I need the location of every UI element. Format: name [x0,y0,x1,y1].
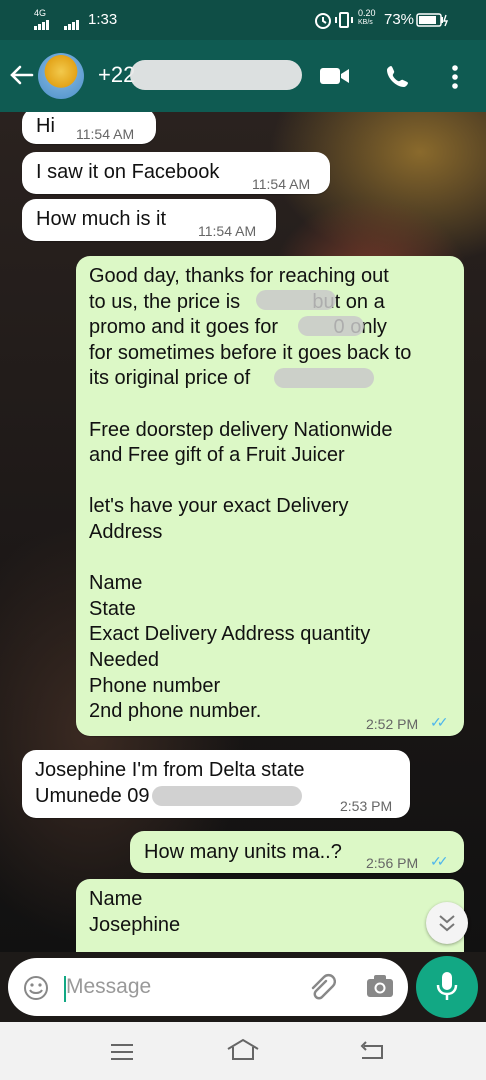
video-call-icon[interactable] [320,66,350,86]
read-ticks-icon: ✓✓ [430,853,449,869]
message-text: Good day, thanks for reaching out to us,… [89,265,412,723]
message-text: Name Josephine [89,888,181,936]
more-vert-icon[interactable] [450,64,460,90]
message-time: 11:54 AM [252,176,311,192]
scroll-down-button[interactable] [426,902,468,944]
message-outgoing[interactable]: Good day, thanks for reaching out to us,… [76,256,464,736]
message-incoming[interactable]: How much is it 11:54 AM [22,199,276,241]
vibrate-icon [335,12,353,28]
nav-menu-icon[interactable] [110,1042,134,1062]
message-incoming[interactable]: Hi 11:54 AM [22,112,156,144]
input-bar: Message [0,952,486,1022]
message-time: 11:54 AM [198,223,257,239]
scroll-down-icon [439,915,455,932]
mic-button[interactable] [416,956,478,1018]
phone-icon[interactable] [386,64,410,88]
chat-header: +22 [0,40,486,112]
signal-icon [34,20,79,30]
redaction [274,368,374,388]
system-nav-bar [0,1022,486,1080]
message-field[interactable]: Message [8,958,408,1016]
redaction [152,786,302,806]
mic-icon [436,972,458,1000]
message-time: 2:56 PM [366,855,419,871]
attach-icon[interactable] [306,972,336,1002]
back-arrow-icon[interactable] [8,64,34,86]
message-incoming[interactable]: I saw it on Facebook 11:54 AM [22,152,330,194]
redaction [256,290,336,310]
clock: 1:33 [88,11,118,28]
camera-icon[interactable] [366,974,394,998]
nav-back-icon[interactable] [358,1040,384,1062]
redaction [130,60,302,90]
battery-icon [416,13,448,27]
message-time: 2:52 PM [366,716,419,732]
message-text: Hi [36,115,55,137]
net-speed-value: 0.20 [358,8,376,18]
emoji-icon[interactable] [22,974,50,1002]
read-ticks-icon: ✓✓ [430,714,449,730]
message-outgoing[interactable]: How many units ma..? 2:56 PM ✓✓ [130,831,464,873]
message-text: How much is it [36,208,167,230]
message-placeholder[interactable]: Message [66,975,151,999]
redaction [298,316,364,336]
avatar[interactable] [38,53,84,99]
message-text: I saw it on Facebook [36,161,220,183]
nav-home-icon[interactable] [226,1038,260,1062]
alarm-icon [315,13,331,29]
message-time: 2:53 PM [340,798,393,814]
chat-area[interactable]: Hi 11:54 AM I saw it on Facebook 11:54 A… [0,112,486,952]
message-outgoing[interactable]: Name Josephine [76,879,464,952]
status-bar: 4G 1:33 0.20 KB/s 73% [0,0,486,40]
network-type: 4G [34,8,47,18]
battery-percent: 73% [384,11,415,28]
net-speed-unit: KB/s [358,19,373,26]
message-incoming[interactable]: Josephine I'm from Delta state Umunede 0… [22,750,410,818]
message-time: 11:54 AM [76,126,135,142]
message-text: How many units ma..? [144,841,342,863]
